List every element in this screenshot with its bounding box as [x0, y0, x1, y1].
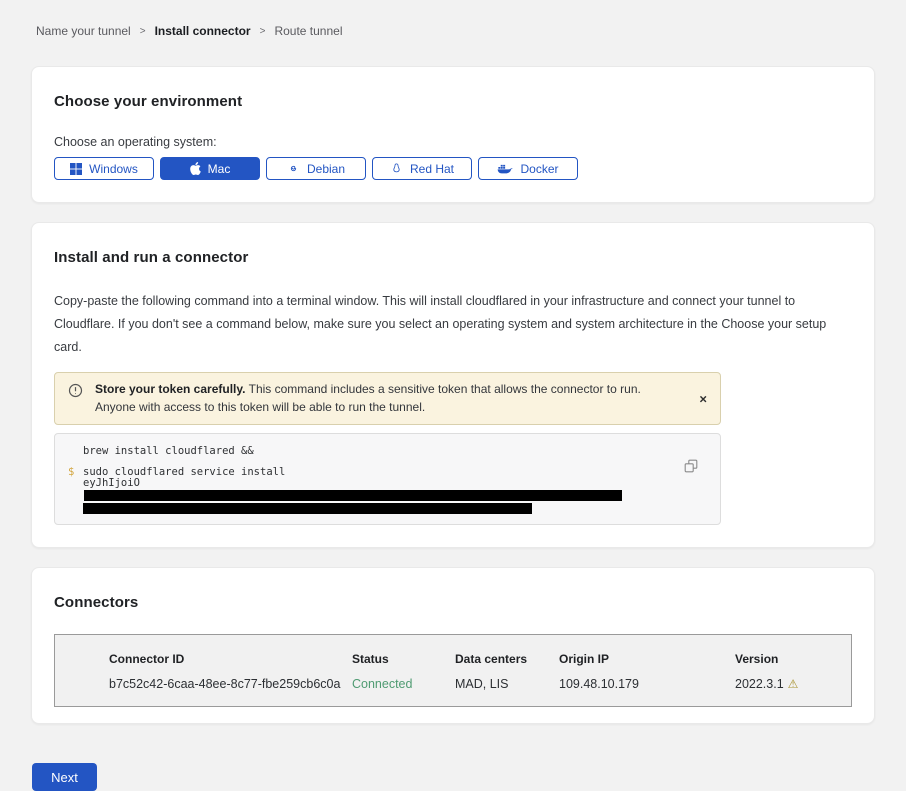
install-connector-card: Install and run a connector Copy-paste t… — [31, 222, 875, 548]
os-button-group: Windows Mac Debian Red Hat Docker — [54, 157, 852, 180]
command-line-1: brew install cloudflared && — [83, 446, 676, 458]
os-button-docker[interactable]: Docker — [478, 157, 578, 180]
breadcrumb: Name your tunnel > Install connector > R… — [0, 0, 906, 38]
install-description: Copy-paste the following command into a … — [54, 290, 852, 359]
header-data-centers: Data centers — [455, 652, 559, 666]
redhat-icon — [390, 162, 403, 175]
header-version: Version — [735, 652, 841, 666]
redacted-token-bar — [83, 503, 532, 514]
breadcrumb-install-connector[interactable]: Install connector — [155, 24, 251, 38]
chevron-separator-icon: > — [260, 26, 266, 37]
windows-icon — [70, 163, 82, 175]
environment-card-title: Choose your environment — [54, 93, 852, 110]
shell-prompt: $ — [68, 467, 74, 479]
install-command-block: brew install cloudflared && $ sudo cloud… — [54, 433, 721, 525]
os-button-label: Debian — [307, 162, 345, 176]
os-select-label: Choose an operating system: — [54, 135, 852, 149]
chevron-separator-icon: > — [140, 26, 146, 37]
os-button-redhat[interactable]: Red Hat — [372, 157, 472, 180]
status-badge: Connected — [352, 677, 455, 691]
os-button-label: Mac — [208, 162, 231, 176]
header-connector-id: Connector ID — [109, 652, 352, 666]
copy-icon[interactable] — [684, 459, 698, 473]
cell-data-centers: MAD, LIS — [455, 677, 559, 691]
os-button-mac[interactable]: Mac — [160, 157, 260, 180]
apple-icon — [190, 162, 201, 175]
os-button-windows[interactable]: Windows — [54, 157, 154, 180]
command-line-2: $ sudo cloudflared service install eyJhI… — [83, 467, 676, 515]
debian-icon — [287, 162, 300, 175]
table-row: b7c52c42-6caa-48ee-8c77-fbe259cb6c0a Con… — [109, 677, 841, 691]
header-status: Status — [352, 652, 455, 666]
os-button-label: Windows — [89, 162, 138, 176]
alert-circle-icon — [68, 383, 83, 398]
token-prefix: eyJhIjoiO — [83, 477, 140, 489]
breadcrumb-route-tunnel[interactable]: Route tunnel — [274, 24, 342, 38]
connectors-table: Connector ID Status Data centers Origin … — [54, 634, 852, 707]
table-header-row: Connector ID Status Data centers Origin … — [109, 652, 841, 666]
redacted-token-bar — [84, 490, 622, 501]
docker-icon — [497, 163, 513, 175]
os-button-label: Red Hat — [410, 162, 454, 176]
warning-title: Store your token carefully. — [95, 382, 246, 396]
next-button[interactable]: Next — [32, 763, 97, 791]
cell-version: 2022.3.1 ⚠ — [735, 677, 841, 691]
connectors-card: Connectors Connector ID Status Data cent… — [31, 567, 875, 724]
connectors-card-title: Connectors — [54, 594, 852, 611]
warning-triangle-icon: ⚠ — [788, 677, 799, 691]
install-card-title: Install and run a connector — [54, 249, 852, 266]
os-button-label: Docker — [520, 162, 558, 176]
choose-environment-card: Choose your environment Choose an operat… — [31, 66, 875, 203]
header-origin-ip: Origin IP — [559, 652, 735, 666]
breadcrumb-name-your-tunnel[interactable]: Name your tunnel — [36, 24, 131, 38]
command-text: sudo cloudflared service install — [83, 466, 285, 478]
os-button-debian[interactable]: Debian — [266, 157, 366, 180]
close-icon[interactable]: × — [695, 390, 711, 407]
version-value: 2022.3.1 — [735, 677, 784, 691]
cell-origin-ip: 109.48.10.179 — [559, 677, 735, 691]
token-warning-banner: Store your token carefully. This command… — [54, 372, 721, 425]
cell-connector-id: b7c52c42-6caa-48ee-8c77-fbe259cb6c0a — [109, 677, 352, 691]
